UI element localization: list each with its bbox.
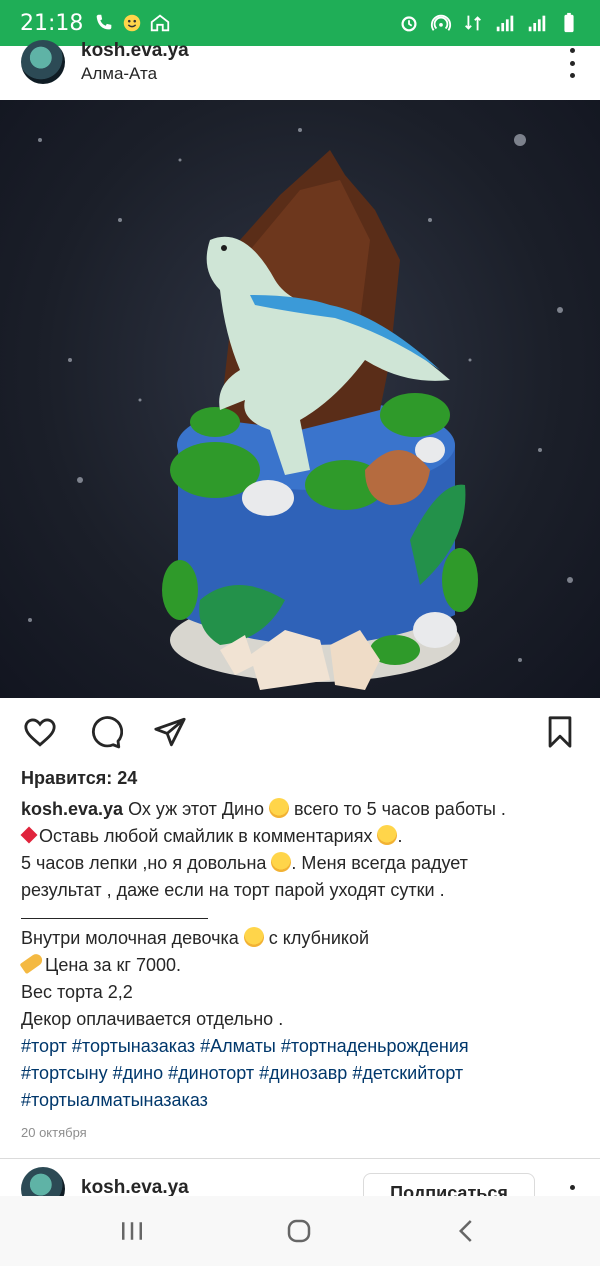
post-caption: kosh.eva.ya Ох уж этот Дино всего то 5 ч…	[19, 796, 581, 1114]
caption-text: Внутри молочная девочка	[21, 928, 244, 948]
caption-line: 5 часов лепки ,но я довольна . Меня всег…	[21, 850, 581, 877]
signal2-icon	[526, 12, 548, 34]
caption-text: . Меня всегда радует	[291, 853, 468, 873]
caption-line: результат , даже если на торт парой уход…	[21, 880, 445, 900]
post-username[interactable]: kosh.eva.ya	[81, 40, 189, 62]
caption-line: kosh.eva.ya Ох уж этот Дино всего то 5 ч…	[21, 796, 581, 823]
emoji-notification-icon	[121, 12, 143, 34]
call-icon	[93, 12, 115, 34]
back-icon[interactable]	[450, 1214, 484, 1248]
home-button-icon[interactable]	[282, 1214, 316, 1248]
share-icon[interactable]	[152, 714, 188, 750]
avatar[interactable]	[21, 1167, 65, 1199]
caption-line: Цена за кг 7000.	[19, 951, 581, 979]
caption-text: всего то 5 часов работы .	[289, 799, 506, 819]
status-left-icons	[93, 12, 171, 34]
recent-apps-icon[interactable]	[115, 1214, 149, 1248]
post-photo[interactable]	[0, 100, 600, 698]
red-diamond-icon	[20, 826, 38, 844]
caption-line: Декор оплачивается отдельно .	[21, 1009, 284, 1029]
status-right-icons	[398, 12, 580, 34]
hotspot-icon	[430, 12, 452, 34]
post-header: kosh.eva.ya Алма-Ата	[0, 40, 600, 100]
cake-image	[28, 128, 573, 690]
android-nav-bar	[0, 1196, 600, 1266]
caption-text: с клубникой	[263, 928, 370, 948]
hashtags-line[interactable]: #тортыалматыназаказ	[21, 1087, 581, 1114]
kiss-emoji-icon	[377, 825, 398, 845]
alarm-icon	[398, 12, 420, 34]
battery-icon	[558, 12, 580, 34]
post-actions	[0, 698, 600, 768]
comment-icon[interactable]	[88, 714, 124, 750]
bookmark-icon[interactable]	[542, 714, 578, 750]
post-location[interactable]: Алма-Ата	[81, 64, 157, 84]
caption-line: Вес торта 2,2	[21, 982, 133, 1002]
caption-text: Цена за кг 7000.	[45, 955, 182, 975]
next-post-header: kosh.eva.ya Подписаться	[0, 1158, 600, 1199]
caption-divider	[21, 904, 208, 919]
data-icon	[462, 12, 484, 34]
caption-text: 5 часов лепки ,но я довольна	[21, 853, 272, 873]
caption-line: Оставь любой смайлик в комментариях .	[20, 823, 581, 850]
likes-count[interactable]: Нравится: 24	[21, 768, 137, 789]
caption-text: .	[397, 826, 403, 846]
caption-text: Ох уж этот Дино	[123, 799, 270, 819]
status-time: 21:18	[20, 10, 84, 36]
like-icon[interactable]	[22, 714, 58, 750]
price-tag-icon	[19, 951, 45, 975]
caption-line: Внутри молочная девочка с клубникой	[21, 925, 581, 952]
hashtags-line[interactable]: #тортсыну #дино #диноторт #динозавр #дет…	[21, 1060, 581, 1087]
caption-text: Оставь любой смайлик в комментариях	[39, 826, 378, 846]
post-date: 20 октября	[21, 1125, 87, 1140]
grin-emoji-icon	[269, 798, 290, 818]
smile-emoji-icon	[243, 927, 264, 947]
home-icon	[149, 12, 171, 34]
hashtags-line[interactable]: #торт #тортыназаказ #Алматы #тортнаденьр…	[21, 1033, 581, 1060]
more-options-icon[interactable]	[566, 48, 578, 78]
caption-username[interactable]: kosh.eva.ya	[21, 799, 123, 819]
signal-icon	[494, 12, 516, 34]
hug-emoji-icon	[271, 852, 292, 872]
avatar[interactable]	[21, 40, 65, 84]
